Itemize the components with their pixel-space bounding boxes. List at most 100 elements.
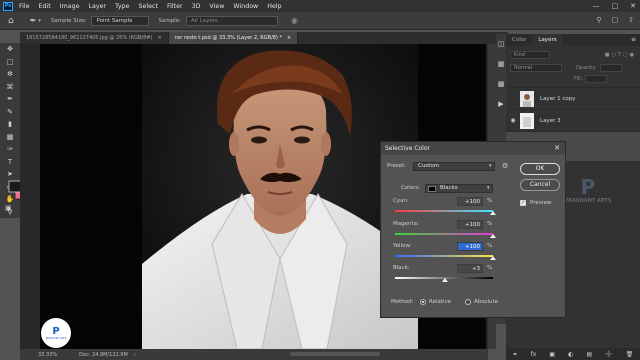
watermark-text: PRASHANT ARTS bbox=[564, 198, 612, 204]
link-icon[interactable]: ⚭ bbox=[513, 351, 518, 358]
path-selection-icon[interactable]: ➤ bbox=[0, 168, 20, 181]
doc-size: Doc: 24.9M/122.9M bbox=[79, 351, 128, 358]
menu-type[interactable]: Type bbox=[115, 3, 129, 10]
slider-track[interactable] bbox=[395, 255, 493, 257]
trash-icon[interactable]: 🗑 bbox=[626, 351, 634, 358]
search-icon[interactable]: ⚲ bbox=[596, 16, 601, 24]
preview-checkbox[interactable]: ✓ bbox=[520, 200, 526, 206]
eraser-tool-icon[interactable]: ▮ bbox=[0, 118, 20, 131]
slider-value-field[interactable]: +3 bbox=[457, 264, 483, 273]
adjustment-icon[interactable]: ◐ bbox=[568, 351, 573, 358]
dialog-titlebar[interactable]: Selective Color ✕ bbox=[381, 142, 565, 155]
opacity-field[interactable] bbox=[599, 63, 622, 72]
grid-icon[interactable]: ▦ bbox=[496, 60, 506, 74]
close-window-icon[interactable]: ✕ bbox=[630, 2, 636, 10]
visibility-eye-icon[interactable]: ◉ bbox=[506, 117, 520, 124]
status-bar: 33.33% Doc: 24.9M/122.9M › bbox=[20, 349, 488, 360]
tab-document-1[interactable]: 1615728584180_961127405.jpg @ 25% (RGB/8… bbox=[20, 32, 169, 44]
slider-value-field[interactable]: +100 bbox=[457, 220, 483, 229]
crop-tool-icon[interactable]: ⌘ bbox=[0, 81, 20, 94]
filter-icons[interactable]: ■○T□● bbox=[605, 52, 636, 58]
tab-label: 1615728584180_961127405.jpg @ 25% (RGB/8… bbox=[26, 35, 153, 41]
dialog-title: Selective Color bbox=[385, 145, 430, 152]
menu-edit[interactable]: Edit bbox=[39, 3, 51, 10]
zoom-level[interactable]: 33.33% bbox=[38, 352, 57, 358]
menu-file[interactable]: File bbox=[19, 3, 30, 10]
slider-handle[interactable] bbox=[490, 256, 496, 260]
close-tab-icon[interactable]: × bbox=[287, 35, 291, 41]
panel-menu-icon[interactable]: ≡ bbox=[631, 34, 636, 46]
sample-size-select[interactable]: Point Sample bbox=[91, 15, 150, 26]
maximize-icon[interactable]: □ bbox=[612, 2, 619, 10]
horizontal-scrollbar[interactable] bbox=[290, 352, 380, 356]
portrait-photo[interactable] bbox=[142, 44, 418, 349]
method-absolute-radio[interactable] bbox=[465, 299, 471, 305]
options-bar: ⌂ ✒ ▾ Sample Size: Point Sample Sample: … bbox=[0, 12, 640, 30]
eyedropper-tool-icon[interactable]: ✒ bbox=[30, 16, 37, 25]
tab-layers[interactable]: Layers bbox=[532, 34, 563, 46]
sample-ring-icon[interactable]: ◉ bbox=[291, 16, 298, 25]
menu-image[interactable]: Image bbox=[60, 3, 80, 10]
fx-icon[interactable]: fx bbox=[531, 351, 537, 358]
layer-thumbnail bbox=[520, 90, 534, 107]
filter-kind-select[interactable]: Kind bbox=[510, 50, 550, 59]
brush-tool-icon[interactable]: ✎ bbox=[0, 106, 20, 119]
marquee-tool-icon[interactable]: □ bbox=[0, 56, 20, 69]
tool-preset-chevron-icon[interactable]: ▾ bbox=[38, 18, 41, 24]
eyedropper-icon[interactable]: ✒ bbox=[0, 93, 20, 106]
menu-window[interactable]: Window bbox=[233, 3, 258, 10]
portrait-image bbox=[142, 44, 418, 349]
preset-chevron-icon: ▾ bbox=[489, 163, 492, 169]
slider-value-field[interactable]: +100 bbox=[457, 242, 483, 251]
menu-filter[interactable]: Filter bbox=[167, 3, 183, 10]
opacity-label: Opacity: bbox=[576, 64, 597, 71]
slider-track[interactable] bbox=[395, 233, 493, 235]
method-relative-radio[interactable] bbox=[420, 299, 426, 305]
layer-row[interactable]: Layer 1 copy bbox=[506, 87, 640, 109]
play-icon[interactable]: ▶ bbox=[496, 100, 506, 114]
gradient-tool-icon[interactable]: ▩ bbox=[0, 131, 20, 144]
home-icon[interactable]: ⌂ bbox=[8, 16, 14, 26]
history-icon[interactable]: ◫ bbox=[496, 40, 506, 54]
tab-document-2[interactable]: nsr resto t.psd @ 33.3% (Layer 2, RGB/8)… bbox=[168, 32, 299, 44]
fill-field[interactable] bbox=[585, 74, 608, 83]
layers-footer: ⚭ fx ▣ ◐ ▤ ➕ 🗑 bbox=[506, 348, 640, 360]
close-tab-icon[interactable]: × bbox=[157, 35, 161, 41]
menu-help[interactable]: Help bbox=[267, 3, 281, 10]
cancel-button[interactable]: Cancel bbox=[520, 179, 560, 191]
menu-layer[interactable]: Layer bbox=[88, 3, 106, 10]
type-tool-icon[interactable]: T bbox=[0, 156, 20, 169]
slider-handle[interactable] bbox=[490, 234, 496, 238]
pen-tool-icon[interactable]: ✑ bbox=[0, 143, 20, 156]
slider-handle[interactable] bbox=[442, 278, 449, 282]
share-icon[interactable]: ⇧ bbox=[628, 16, 634, 24]
menu-view[interactable]: View bbox=[209, 3, 224, 10]
layer-row[interactable]: ◉ Layer 3 bbox=[506, 109, 640, 131]
new-layer-icon[interactable]: ➕ bbox=[605, 351, 612, 358]
tab-color[interactable]: Color bbox=[506, 34, 532, 46]
blend-mode-select[interactable]: Normal bbox=[510, 63, 562, 72]
ok-button[interactable]: OK bbox=[520, 163, 560, 175]
move-tool-icon[interactable]: ✥ bbox=[0, 43, 20, 56]
workspace-icon[interactable]: ▢ bbox=[612, 16, 619, 24]
lasso-tool-icon[interactable]: ✼ bbox=[0, 68, 20, 81]
folder-icon[interactable]: ▤ bbox=[586, 351, 592, 358]
quick-mask-icon[interactable]: ▣ bbox=[5, 204, 12, 212]
preset-options-gear-icon[interactable]: ⚙ bbox=[502, 162, 508, 170]
slider-value-field[interactable]: +100 bbox=[457, 197, 483, 206]
panel-tabs: Color Layers ≡ bbox=[506, 34, 640, 46]
swatches-icon[interactable]: ▩ bbox=[496, 80, 506, 94]
slider-track[interactable] bbox=[395, 210, 493, 212]
slider-label: Cyan: bbox=[393, 198, 409, 204]
preset-select[interactable]: Custom bbox=[413, 162, 495, 171]
minimize-icon[interactable]: — bbox=[593, 2, 600, 10]
close-icon[interactable]: ✕ bbox=[554, 142, 560, 155]
slider-handle[interactable] bbox=[490, 211, 496, 215]
status-chevron-icon[interactable]: › bbox=[134, 352, 136, 358]
preview-label: Preview bbox=[530, 200, 552, 206]
menu-3d[interactable]: 3D bbox=[192, 3, 201, 10]
sample-select[interactable]: All Layers bbox=[185, 15, 278, 26]
menu-select[interactable]: Select bbox=[139, 3, 158, 10]
percent-sign: % bbox=[487, 198, 493, 204]
mask-icon[interactable]: ▣ bbox=[549, 351, 555, 358]
